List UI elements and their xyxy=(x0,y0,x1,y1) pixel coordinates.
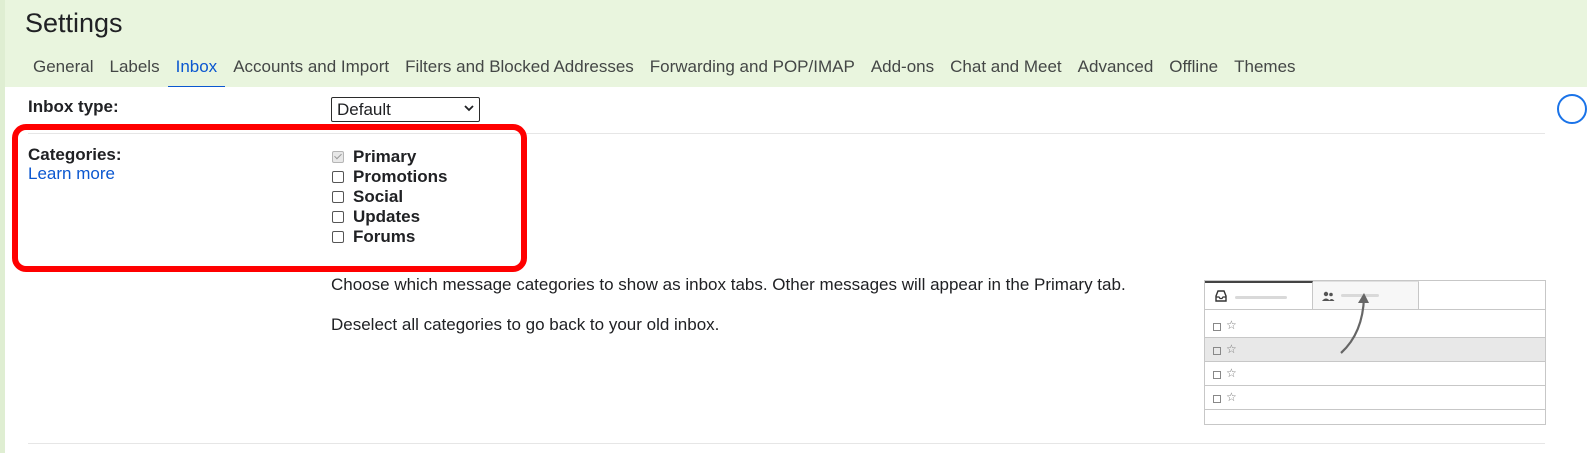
inbox-type-select[interactable]: Default xyxy=(331,97,480,122)
categories-label: Categories: xyxy=(28,145,122,164)
updates-checkbox[interactable] xyxy=(332,211,344,223)
illustration-social-tab xyxy=(1313,281,1419,309)
tab-offline[interactable]: Offline xyxy=(1161,52,1226,87)
categories-note: Deselect all categories to go back to yo… xyxy=(331,315,720,334)
settings-tabs: General Labels Inbox Accounts and Import… xyxy=(25,52,1304,88)
inbox-icon xyxy=(1215,290,1227,302)
category-promotions: Promotions xyxy=(332,167,447,187)
illustration-tab-text-line xyxy=(1235,296,1287,299)
primary-label: Primary xyxy=(353,147,417,166)
primary-checkbox xyxy=(332,151,344,163)
side-panel-toggle-icon[interactable] xyxy=(1557,94,1587,124)
illustration-row: ☆ xyxy=(1205,314,1545,338)
category-updates: Updates xyxy=(332,207,447,227)
category-forums: Forums xyxy=(332,227,447,247)
inbox-tabs-illustration: ☆ ☆ ☆ ☆ xyxy=(1204,280,1546,425)
tab-chat-and-meet[interactable]: Chat and Meet xyxy=(942,52,1070,87)
chevron-down-icon xyxy=(464,105,474,112)
inbox-type-label: Inbox type: xyxy=(28,97,119,116)
social-label[interactable]: Social xyxy=(353,187,403,207)
illustration-primary-tab xyxy=(1205,281,1313,309)
category-social: Social xyxy=(332,187,447,207)
illustration-checkbox xyxy=(1213,323,1221,331)
page-title: Settings xyxy=(25,8,123,38)
illustration-checkbox xyxy=(1213,371,1221,379)
inbox-type-selected-value: Default xyxy=(337,100,391,119)
tab-add-ons[interactable]: Add-ons xyxy=(863,52,942,87)
forums-checkbox[interactable] xyxy=(332,231,344,243)
illustration-checkbox xyxy=(1213,347,1221,355)
settings-content: Inbox type: Default Categories: Learn mo… xyxy=(5,87,1587,453)
divider xyxy=(28,443,1545,444)
star-icon: ☆ xyxy=(1226,342,1237,356)
tab-labels[interactable]: Labels xyxy=(101,52,167,87)
people-icon xyxy=(1322,291,1335,301)
learn-more-link[interactable]: Learn more xyxy=(28,164,115,184)
illustration-checkbox xyxy=(1213,395,1221,403)
illustration-row: ☆ xyxy=(1205,338,1545,362)
tab-inbox[interactable]: Inbox xyxy=(167,52,226,88)
tab-advanced[interactable]: Advanced xyxy=(1070,52,1162,87)
category-checkbox-list: Primary Promotions Social Updates Forums xyxy=(332,147,447,247)
star-icon: ☆ xyxy=(1226,318,1237,332)
category-primary: Primary xyxy=(332,147,447,167)
tab-filters-and-blocked-addresses[interactable]: Filters and Blocked Addresses xyxy=(397,52,642,87)
tab-forwarding-and-pop-imap[interactable]: Forwarding and POP/IMAP xyxy=(642,52,863,87)
tab-themes[interactable]: Themes xyxy=(1226,52,1303,87)
updates-label[interactable]: Updates xyxy=(353,207,420,227)
forums-label[interactable]: Forums xyxy=(353,227,415,247)
tab-accounts-and-import[interactable]: Accounts and Import xyxy=(225,52,397,87)
social-checkbox[interactable] xyxy=(332,191,344,203)
promotions-label[interactable]: Promotions xyxy=(353,167,447,187)
categories-description: Choose which message categories to show … xyxy=(331,275,1126,294)
illustration-tab-text-line xyxy=(1341,294,1379,297)
illustration-header-border xyxy=(1205,309,1419,310)
promotions-checkbox[interactable] xyxy=(332,171,344,183)
star-icon: ☆ xyxy=(1226,366,1237,380)
illustration-row: ☆ xyxy=(1205,362,1545,386)
illustration-row: ☆ xyxy=(1205,386,1545,410)
star-icon: ☆ xyxy=(1226,390,1237,404)
illustration-header-border xyxy=(1419,309,1545,310)
tab-general[interactable]: General xyxy=(25,52,101,87)
